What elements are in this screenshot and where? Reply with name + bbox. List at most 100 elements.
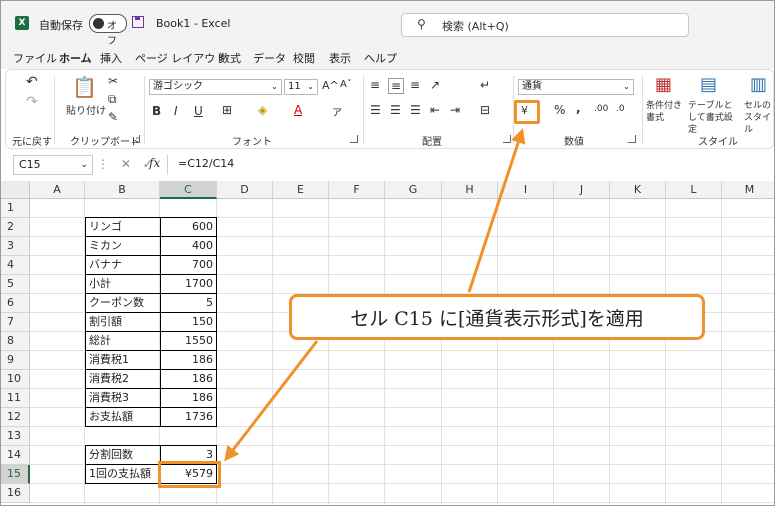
number-format-select[interactable]: 通貨 ⌄ bbox=[518, 79, 634, 95]
row-header-11[interactable]: 11 bbox=[1, 389, 30, 408]
cell-b2[interactable]: リンゴ bbox=[85, 217, 161, 237]
format-as-table-icon[interactable]: ▤ bbox=[700, 74, 717, 95]
column-header-j[interactable]: J bbox=[554, 181, 610, 199]
cell-b10[interactable]: 消費税2 bbox=[85, 369, 161, 389]
cell-b7[interactable]: 割引額 bbox=[85, 312, 161, 332]
phonetic-button[interactable]: ア bbox=[332, 104, 342, 119]
cell-b9[interactable]: 消費税1 bbox=[85, 350, 161, 370]
cell-c9[interactable]: 186 bbox=[160, 350, 217, 370]
cell-b11[interactable]: 消費税3 bbox=[85, 388, 161, 408]
row-header-4[interactable]: 4 bbox=[1, 256, 30, 275]
row-header-12[interactable]: 12 bbox=[1, 408, 30, 427]
redo-icon[interactable]: ↷ bbox=[26, 94, 38, 110]
column-header-d[interactable]: D bbox=[217, 181, 273, 199]
cell-b15[interactable]: 1回の支払額 bbox=[85, 464, 161, 484]
row-header-2[interactable]: 2 bbox=[1, 218, 30, 237]
copy-icon[interactable]: ⧉ bbox=[108, 92, 117, 107]
column-header-c[interactable]: C bbox=[160, 181, 217, 199]
cell-b8[interactable]: 総計 bbox=[85, 331, 161, 351]
comma-style-button[interactable]: , bbox=[576, 101, 581, 115]
cell-c2[interactable]: 600 bbox=[160, 217, 217, 237]
row-header-7[interactable]: 7 bbox=[1, 313, 30, 332]
cell-c6[interactable]: 5 bbox=[160, 293, 217, 313]
tab-insert[interactable]: 挿入 bbox=[100, 50, 122, 66]
italic-button[interactable]: I bbox=[174, 104, 178, 118]
borders-icon[interactable]: ⊞ bbox=[222, 103, 232, 117]
align-left-icon[interactable]: ☰ bbox=[370, 103, 381, 117]
column-header-f[interactable]: F bbox=[329, 181, 385, 199]
fill-color-icon[interactable]: ◈ bbox=[258, 103, 267, 117]
cell-b6[interactable]: クーポン数 bbox=[85, 293, 161, 313]
row-header-6[interactable]: 6 bbox=[1, 294, 30, 313]
tab-data[interactable]: データ bbox=[253, 50, 286, 66]
align-top-icon[interactable]: ≡ bbox=[370, 78, 380, 92]
underline-button[interactable]: U bbox=[194, 104, 203, 118]
alignment-launcher-icon[interactable] bbox=[503, 135, 511, 143]
cut-icon[interactable]: ✂ bbox=[108, 74, 118, 88]
align-center-icon[interactable]: ☰ bbox=[390, 103, 401, 117]
name-box[interactable]: C15 ⌄ bbox=[13, 155, 93, 175]
row-header-9[interactable]: 9 bbox=[1, 351, 30, 370]
row-header-14[interactable]: 14 bbox=[1, 446, 30, 465]
font-launcher-icon[interactable] bbox=[350, 135, 358, 143]
grow-font-button[interactable]: A^ bbox=[322, 79, 339, 92]
tab-page-layout[interactable]: ページ レイアウト bbox=[135, 50, 226, 66]
cell-b4[interactable]: バナナ bbox=[85, 255, 161, 275]
decrease-indent-icon[interactable]: ⇤ bbox=[430, 103, 440, 117]
autosave-toggle[interactable]: オフ bbox=[89, 14, 127, 47]
tab-review[interactable]: 校閲 bbox=[293, 50, 315, 66]
percent-style-button[interactable]: % bbox=[554, 103, 565, 117]
column-header-m[interactable]: M bbox=[722, 181, 774, 199]
row-header-13[interactable]: 13 bbox=[1, 427, 30, 446]
conditional-format-button[interactable]: 条件付き書式 bbox=[646, 100, 682, 124]
cell-c12[interactable]: 1736 bbox=[160, 407, 217, 427]
row-header-16[interactable]: 16 bbox=[1, 484, 30, 503]
merge-center-icon[interactable]: ⊟ bbox=[480, 103, 490, 117]
conditional-format-icon[interactable]: ▦ bbox=[655, 74, 672, 95]
row-header-1[interactable]: 1 bbox=[1, 199, 30, 218]
select-all-button[interactable] bbox=[1, 181, 30, 199]
column-header-k[interactable]: K bbox=[610, 181, 666, 199]
row-header-5[interactable]: 5 bbox=[1, 275, 30, 294]
format-as-table-button[interactable]: テーブルとして書式設定 bbox=[688, 100, 738, 136]
align-middle-icon[interactable]: ≡ bbox=[388, 78, 405, 94]
cell-styles-icon[interactable]: ▥ bbox=[750, 74, 767, 95]
cell-b3[interactable]: ミカン bbox=[85, 236, 161, 256]
cell-styles-button[interactable]: セルのスタイル bbox=[744, 100, 774, 136]
cell-c10[interactable]: 186 bbox=[160, 369, 217, 389]
orientation-icon[interactable]: ↗ bbox=[430, 78, 440, 92]
cell-b12[interactable]: お支払額 bbox=[85, 407, 161, 427]
worksheet-grid[interactable]: A B C D E F G H I J K L M 1 2 3 4 5 6 7 8 9 10 11 12 13 14 15 16 リンゴ 6… bbox=[1, 181, 774, 505]
tab-help[interactable]: ヘルプ bbox=[364, 50, 397, 66]
search-input[interactable]: ⚲ 検索 (Alt+Q) bbox=[401, 13, 689, 37]
column-header-h[interactable]: H bbox=[442, 181, 498, 199]
font-name-select[interactable]: 游ゴシック ⌄ bbox=[149, 79, 282, 95]
tab-view[interactable]: 表示 bbox=[329, 50, 351, 66]
cell-c11[interactable]: 186 bbox=[160, 388, 217, 408]
column-header-b[interactable]: B bbox=[85, 181, 160, 199]
font-size-select[interactable]: 11 ⌄ bbox=[284, 79, 318, 95]
formula-input[interactable]: =C12/C14 bbox=[167, 155, 773, 175]
insert-function-button[interactable]: fx bbox=[149, 156, 160, 170]
cell-c3[interactable]: 400 bbox=[160, 236, 217, 256]
tab-formulas[interactable]: 数式 bbox=[219, 50, 241, 66]
cell-b14[interactable]: 分割回数 bbox=[85, 445, 161, 465]
shrink-font-button[interactable]: Aˇ bbox=[340, 79, 352, 90]
cell-c5[interactable]: 1700 bbox=[160, 274, 217, 294]
wrap-text-icon[interactable]: ↵ bbox=[480, 78, 490, 92]
column-header-i[interactable]: I bbox=[498, 181, 554, 199]
bold-button[interactable]: B bbox=[152, 104, 161, 118]
align-bottom-icon[interactable]: ≡ bbox=[410, 78, 420, 92]
paste-button[interactable]: 貼り付け bbox=[66, 102, 106, 117]
column-header-a[interactable]: A bbox=[30, 181, 85, 199]
decrease-decimal-button[interactable]: .0 bbox=[616, 104, 625, 114]
increase-indent-icon[interactable]: ⇥ bbox=[450, 103, 460, 117]
number-launcher-icon[interactable] bbox=[628, 135, 636, 143]
column-header-l[interactable]: L bbox=[666, 181, 722, 199]
cell-c7[interactable]: 150 bbox=[160, 312, 217, 332]
column-header-e[interactable]: E bbox=[273, 181, 329, 199]
row-header-8[interactable]: 8 bbox=[1, 332, 30, 351]
cell-c4[interactable]: 700 bbox=[160, 255, 217, 275]
undo-icon[interactable]: ↶ bbox=[26, 74, 38, 90]
row-header-10[interactable]: 10 bbox=[1, 370, 30, 389]
